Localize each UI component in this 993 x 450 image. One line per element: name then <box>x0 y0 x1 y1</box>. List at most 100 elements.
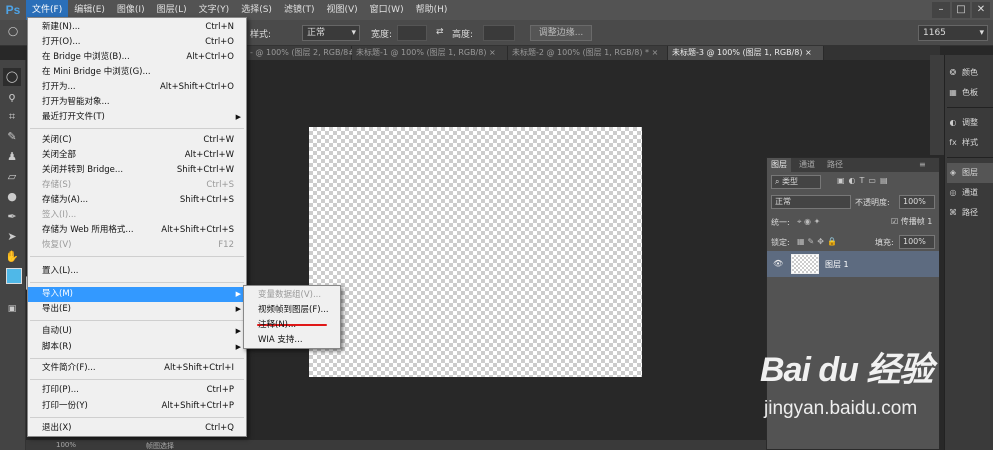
styles-icon: fx <box>949 138 957 147</box>
close-icon[interactable]: × <box>805 48 812 57</box>
height-input[interactable] <box>483 25 515 41</box>
tab-paths[interactable]: 路径 <box>823 158 847 172</box>
blend-mode-select[interactable]: 正常 <box>771 195 851 209</box>
width-input[interactable] <box>397 25 427 41</box>
foreground-color-swatch[interactable] <box>6 268 22 284</box>
opacity-input[interactable]: 100% <box>899 195 935 209</box>
menu-item-save-for-web[interactable]: 存储为 Web 所用格式... Alt+Shift+Ctrl+S <box>28 223 246 238</box>
menu-item-save[interactable]: 存储(S) Ctrl+S <box>28 178 246 193</box>
menu-item-recent-files[interactable]: 最近打开文件(T) ▶ <box>28 110 246 125</box>
eye-icon[interactable]: 👁 <box>773 259 783 268</box>
dock-channels[interactable]: ◎ 通道 <box>947 183 993 203</box>
tab-document-2[interactable]: 未标题-2 @ 100% (图层 1, RGB/8) * × <box>508 46 668 60</box>
style-select[interactable]: 正常 ▾ <box>302 25 360 41</box>
tab-document-0[interactable]: - @ 100% (图层 2, RGB/8#) * × <box>246 46 374 60</box>
marquee-option-icon[interactable]: ◯ <box>8 27 18 37</box>
menu-item-close-go-bridge[interactable]: 关闭并转到 Bridge... Shift+Ctrl+W <box>28 163 246 178</box>
chevron-down-icon: ▾ <box>351 28 356 38</box>
dock-paths[interactable]: ⌘ 路径 <box>947 203 993 223</box>
close-icon[interactable]: × <box>489 48 496 57</box>
dock-swatches[interactable]: ▦ 色板 <box>947 83 993 103</box>
eraser-tool-icon[interactable]: ▱ <box>3 168 21 186</box>
tab-layers[interactable]: 图层 <box>767 158 791 172</box>
menu-filter[interactable]: 滤镜(T) <box>278 0 321 20</box>
submenu-item-video-frames-to-layers[interactable]: 视频帧到图层(F)... <box>244 303 340 318</box>
document-canvas[interactable] <box>309 127 642 377</box>
menu-help[interactable]: 帮助(H) <box>410 0 454 20</box>
menu-item-save-as[interactable]: 存储为(A)... Shift+Ctrl+S <box>28 193 246 208</box>
menu-item-exit[interactable]: 退出(X) Ctrl+Q <box>28 421 246 436</box>
quick-mask-icon[interactable]: ▣ <box>3 300 21 318</box>
stamp-tool-icon[interactable]: ♟ <box>3 148 21 166</box>
swap-icon[interactable]: ⇄ <box>436 27 444 37</box>
filter-icons[interactable]: ▣◐T▭▤ <box>837 176 892 185</box>
menu-item-place[interactable]: 置入(L)... <box>28 264 246 279</box>
lock-icons[interactable]: ▦✎✥🔒 <box>797 237 840 246</box>
maximize-button[interactable]: □ <box>952 2 970 18</box>
menu-item-scripts[interactable]: 脚本(R) ▶ <box>28 340 246 355</box>
menu-separator <box>30 282 244 283</box>
layer-filter-select[interactable]: ⌕ 类型 <box>771 175 821 189</box>
menu-window[interactable]: 窗口(W) <box>364 0 410 20</box>
tab-channels[interactable]: 通道 <box>795 158 819 172</box>
menu-item-browse-bridge[interactable]: 在 Bridge 中浏览(B)... Alt+Ctrl+O <box>28 50 246 65</box>
menu-item-browse-mini-bridge[interactable]: 在 Mini Bridge 中浏览(G)... <box>28 65 246 80</box>
menu-item-import[interactable]: 导入(M) ▶ <box>28 287 246 302</box>
menu-item-print-one-copy[interactable]: 打印一份(Y) Alt+Shift+Ctrl+P <box>28 399 246 414</box>
submenu-item-variable-data-sets[interactable]: 变量数据组(V)... <box>244 288 340 303</box>
fill-input[interactable]: 100% <box>899 235 935 249</box>
workspace-select[interactable]: 1165 ▾ <box>918 25 988 41</box>
propagate-checkbox[interactable]: ☑ 传播帧 1 <box>891 216 932 227</box>
dock-divider <box>947 157 993 158</box>
menu-view[interactable]: 视图(V) <box>320 0 363 20</box>
dock-color[interactable]: ❂ 颜色 <box>947 63 993 83</box>
opacity-label: 不透明度: <box>855 198 890 207</box>
lock-label: 锁定: <box>771 238 790 247</box>
paths-icon: ⌘ <box>949 208 957 217</box>
panel-menu-icon[interactable]: ≡ <box>915 158 930 172</box>
minimize-button[interactable]: – <box>932 2 950 18</box>
document-tabs: - @ 100% (图层 2, RGB/8#) * × 未标题-1 @ 100%… <box>246 46 940 60</box>
menu-item-check-in[interactable]: 签入(I)... <box>28 208 246 223</box>
menu-item-new[interactable]: 新建(N)... Ctrl+N <box>28 20 246 35</box>
close-window-button[interactable]: ✕ <box>972 2 990 18</box>
tab-document-1[interactable]: 未标题-1 @ 100% (图层 1, RGB/8) × <box>352 46 508 60</box>
chevron-right-icon: ▶ <box>235 290 241 298</box>
path-select-icon[interactable]: ➤ <box>3 228 21 246</box>
marquee-tool-icon[interactable]: ◯ <box>3 68 21 86</box>
menu-item-close-all[interactable]: 关闭全部 Alt+Ctrl+W <box>28 148 246 163</box>
menu-item-export[interactable]: 导出(E) ▶ <box>28 302 246 317</box>
baidu-jingyan-watermark: Bai du 经验 jingyan.baidu.com <box>760 340 960 430</box>
pen-tool-icon[interactable]: ✒ <box>3 208 21 226</box>
menu-item-close[interactable]: 关闭(C) Ctrl+W <box>28 133 246 148</box>
hand-tool-icon[interactable]: ✋ <box>3 248 21 266</box>
dock-adjustments[interactable]: ◐ 调整 <box>947 113 993 133</box>
tab-document-3[interactable]: 未标题-3 @ 100% (图层 1, RGB/8) × <box>668 46 824 60</box>
submenu-item-wia-support[interactable]: WIA 支持... <box>244 333 340 348</box>
layer-thumbnail <box>791 254 819 274</box>
menu-item-automate[interactable]: 自动(U) ▶ <box>28 324 246 339</box>
menu-item-revert[interactable]: 恢复(V) F12 <box>28 238 246 253</box>
baidu-logo: Bai du 经验 <box>760 351 933 389</box>
menu-item-file-info[interactable]: 文件简介(F)... Alt+Shift+Ctrl+I <box>28 361 246 376</box>
unify-icons[interactable]: ⌖ ◉ ✦ <box>797 217 820 227</box>
crop-tool-icon[interactable]: ⌗ <box>3 108 21 126</box>
menu-item-print[interactable]: 打印(P)... Ctrl+P <box>28 383 246 398</box>
dock-styles[interactable]: fx 样式 <box>947 133 993 153</box>
dock-layers[interactable]: ◈ 图层 <box>947 163 993 183</box>
layer-row[interactable]: 👁 图层 1 <box>767 251 939 277</box>
refine-edge-button[interactable]: 调整边缘... <box>530 25 592 41</box>
zoom-level[interactable]: 100% <box>56 441 76 449</box>
menu-item-open[interactable]: 打开(O)... Ctrl+O <box>28 35 246 50</box>
layer-name[interactable]: 图层 1 <box>825 259 849 270</box>
menu-item-open-as[interactable]: 打开为... Alt+Shift+Ctrl+O <box>28 80 246 95</box>
submenu-item-notes[interactable]: 注释(N)... <box>244 318 340 333</box>
adjustments-icon: ◐ <box>949 118 957 127</box>
healing-brush-icon[interactable]: ✎ <box>3 128 21 146</box>
lasso-tool-icon[interactable]: ϙ <box>3 88 21 106</box>
menu-item-open-smart-object[interactable]: 打开为智能对象... <box>28 95 246 110</box>
blur-tool-icon[interactable]: ● <box>3 188 21 206</box>
color-palette-icon: ❂ <box>949 68 957 77</box>
close-icon[interactable]: × <box>652 48 659 57</box>
menu-separator <box>30 417 244 418</box>
